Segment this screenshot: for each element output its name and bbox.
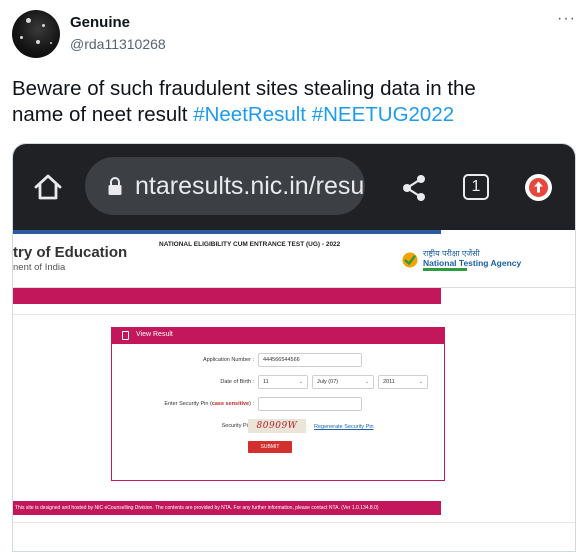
captcha-label: Security Pin : — [221, 423, 254, 429]
government-subtitle: nent of India — [13, 262, 66, 273]
case-sensitive-note: case sensitive — [211, 401, 250, 407]
url-text: ntaresults.nic.in/resu — [135, 172, 365, 200]
chevron-down-icon: ⌄ — [418, 379, 423, 385]
result-webpage: try of Education nent of India NATIONAL … — [13, 230, 575, 551]
document-icon — [122, 331, 129, 340]
dob-day-value: 11 — [263, 379, 269, 385]
home-icon[interactable] — [33, 172, 63, 202]
divider — [13, 314, 575, 315]
update-chrome-icon[interactable] — [525, 174, 552, 201]
security-pin-label: Enter Security Pin (case sensitive) : — [120, 401, 254, 407]
tweet-text-line2: name of neet result #NeetResult #NEETUG2… — [12, 102, 572, 128]
tweet-media-image[interactable]: ntaresults.nic.in/resu 1 try of Educatio… — [12, 143, 576, 552]
share-icon[interactable] — [401, 174, 427, 202]
browser-toolbar: ntaresults.nic.in/resu 1 — [13, 144, 575, 230]
divider — [13, 522, 575, 523]
chevron-down-icon: ⌄ — [364, 379, 369, 385]
header-rule — [13, 230, 441, 234]
author-name[interactable]: Genuine — [70, 14, 130, 31]
hashtag-neetresult[interactable]: #NeetResult — [193, 103, 306, 126]
dob-year-select[interactable]: 2011 ⌄ — [378, 375, 428, 389]
tab-switcher-button[interactable]: 1 — [463, 174, 489, 200]
nta-logo-icon — [402, 252, 418, 268]
panel-header: View Result — [112, 328, 444, 344]
nta-english-name: National Testing Agency — [423, 258, 522, 268]
regenerate-pin-link[interactable]: Regenerate Security Pin — [314, 424, 374, 430]
lock-icon — [108, 177, 122, 195]
security-pin-input[interactable] — [258, 397, 362, 411]
submit-button[interactable]: SUBMIT — [248, 441, 292, 453]
nav-bar — [13, 288, 441, 304]
dob-day-select[interactable]: 11 ⌄ — [258, 375, 308, 389]
tweet-text-line1: Beware of such fraudulent sites stealing… — [12, 77, 476, 100]
application-number-input[interactable]: 444566544566 — [258, 353, 362, 367]
dob-month-value: July (07) — [317, 379, 339, 385]
application-number-label: Application Number : — [202, 357, 254, 363]
exam-title: NATIONAL ELIGIBILITY CUM ENTRANCE TEST (… — [159, 241, 341, 248]
address-bar[interactable]: ntaresults.nic.in/resu — [85, 157, 365, 215]
date-of-birth-label: Date of Birth : — [220, 379, 254, 385]
nta-logo-underline — [423, 268, 467, 271]
site-footer: This site is designed and hosted by NIC … — [13, 501, 441, 515]
tweet-text: Beware of such fraudulent sites stealing… — [12, 76, 572, 128]
footer-text: This site is designed and hosted by NIC … — [15, 505, 379, 511]
captcha-image: 80909W — [248, 419, 306, 433]
dob-year-value: 2011 — [383, 379, 395, 385]
author-avatar[interactable] — [12, 10, 60, 58]
security-pin-label-prefix: Enter Security Pin ( — [164, 401, 212, 407]
dob-month-select[interactable]: July (07) ⌄ — [312, 375, 374, 389]
author-handle[interactable]: @rda11310268 — [70, 36, 166, 52]
hashtag-neetug2022[interactable]: #NEETUG2022 — [312, 103, 454, 126]
tweet-text-line2-prefix: name of neet result — [12, 103, 194, 126]
view-result-panel: View Result Application Number : 4445665… — [111, 327, 445, 481]
more-options-icon[interactable]: ··· — [557, 10, 576, 28]
security-pin-label-suffix: ) : — [249, 401, 254, 407]
chevron-down-icon: ⌄ — [298, 379, 303, 385]
panel-title: View Result — [136, 331, 173, 338]
ministry-title: try of Education — [13, 244, 128, 261]
